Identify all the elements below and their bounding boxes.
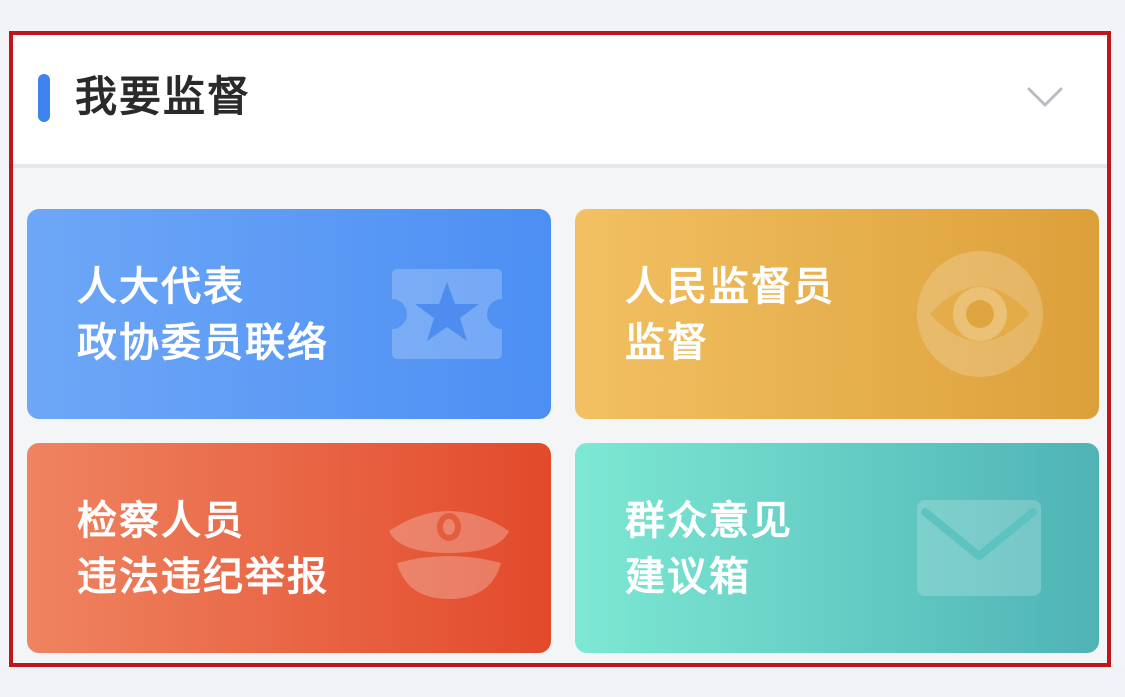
card-grid: 人大代表 政协委员联络 人民监督员 监督 检察人员 违法违纪举报 群众意见 建议… [13,168,1107,663]
ticket-star-icon [392,269,502,359]
card-label: 群众意见 建议箱 [625,493,793,605]
section-accent-bar [38,74,50,122]
card-line2: 政协委员联络 [77,320,329,366]
police-cap-icon [389,511,509,599]
eye-icon [917,251,1043,377]
section-header[interactable]: 我要监督 [13,35,1107,165]
mail-icon [917,500,1041,596]
card-prosecutor-report[interactable]: 检察人员 违法违纪举报 [27,443,551,653]
card-line1: 检察人员 [77,498,245,544]
card-line2: 违法违纪举报 [77,554,329,600]
card-line1: 人民监督员 [625,264,835,310]
screen: 我要监督 人大代表 政协委员联络 人民监督员 监督 检察人员 违法违纪举报 群众… [0,0,1125,697]
chevron-down-icon[interactable] [1025,77,1065,117]
card-line1: 人大代表 [77,264,245,310]
card-label: 人大代表 政协委员联络 [77,259,329,371]
card-public-opinion[interactable]: 群众意见 建议箱 [575,443,1099,653]
card-people-supervisor[interactable]: 人民监督员 监督 [575,209,1099,419]
card-line2: 监督 [625,320,709,366]
card-label: 人民监督员 监督 [625,259,835,371]
section-title: 我要监督 [75,72,252,121]
bottom-spacer [0,668,1125,697]
top-spacer [0,0,1125,30]
card-label: 检察人员 违法违纪举报 [77,493,329,605]
supervision-panel: 我要监督 人大代表 政协委员联络 人民监督员 监督 检察人员 违法违纪举报 群众… [9,31,1111,667]
card-npc-cppcc[interactable]: 人大代表 政协委员联络 [27,209,551,419]
card-line2: 建议箱 [625,554,751,600]
card-line1: 群众意见 [625,498,793,544]
